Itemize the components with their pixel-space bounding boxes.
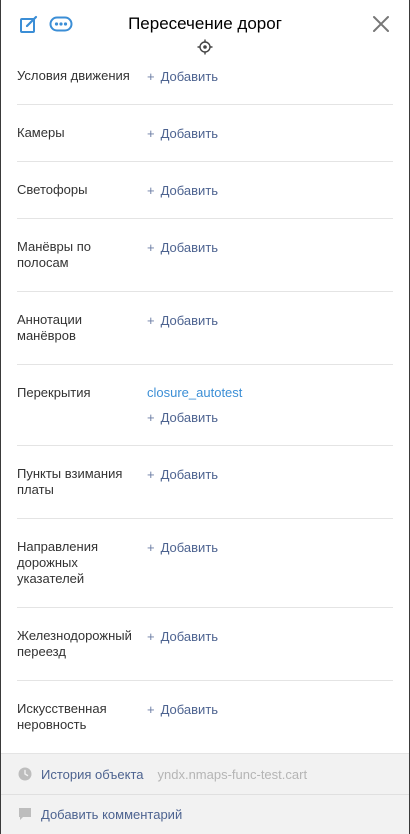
add-closure-button[interactable]: + Добавить bbox=[147, 410, 218, 426]
add-railway-crossing-button[interactable]: + Добавить bbox=[147, 629, 218, 645]
row-label: Направления дорожных указателей bbox=[17, 539, 99, 586]
attribute-rows: Условия движения + Добавить Камеры + Добав… bbox=[17, 48, 393, 753]
row-traffic-lights: Светофоры + Добавить bbox=[17, 162, 393, 219]
row-speed-bump: Искусственная неровность + Добавить bbox=[17, 681, 393, 753]
history-row: История объекта yndx.nmaps-func-test.car… bbox=[1, 754, 409, 795]
add-maneuver-annotation-button[interactable]: + Добавить bbox=[147, 313, 218, 329]
row-toll-points: Пункты взимания платы + Добавить bbox=[17, 446, 393, 519]
panel-title: Пересечение дорог bbox=[128, 14, 282, 33]
row-label: Искусственная неровность bbox=[17, 701, 107, 732]
row-maneuver-annotations: Аннотации манёвров + Добавить bbox=[17, 292, 393, 365]
row-label: Железнодорожный переезд bbox=[17, 628, 132, 659]
clock-icon bbox=[17, 766, 33, 782]
crosshair-target-icon[interactable] bbox=[196, 38, 214, 56]
closure-object-link[interactable]: closure_autotest bbox=[147, 385, 393, 401]
add-traffic-conditions-button[interactable]: + Добавить bbox=[147, 69, 218, 85]
add-comment-link[interactable]: Добавить комментарий bbox=[41, 807, 182, 822]
add-toll-point-button[interactable]: + Добавить bbox=[147, 467, 218, 483]
history-author: yndx.nmaps-func-test.cart bbox=[157, 766, 308, 782]
add-camera-button[interactable]: + Добавить bbox=[147, 126, 218, 142]
row-label: Пункты взимания платы bbox=[17, 466, 123, 497]
row-lane-maneuvers: Манёвры по полосам + Добавить bbox=[17, 219, 393, 292]
row-label: Условия движения bbox=[17, 68, 130, 83]
panel-footer: История объекта yndx.nmaps-func-test.car… bbox=[1, 753, 409, 834]
comment-row: Добавить комментарий bbox=[1, 794, 409, 834]
row-label: Перекрытия bbox=[17, 385, 91, 400]
row-traffic-conditions: Условия движения + Добавить bbox=[17, 48, 393, 105]
close-icon[interactable] bbox=[369, 12, 393, 36]
add-traffic-light-button[interactable]: + Добавить bbox=[147, 183, 218, 199]
object-history-link[interactable]: История объекта bbox=[41, 767, 144, 782]
object-panel: Пересечение дорог Условия движения + Доба… bbox=[0, 0, 410, 834]
row-label: Аннотации манёвров bbox=[17, 312, 82, 343]
add-lane-maneuver-button[interactable]: + Добавить bbox=[147, 240, 218, 256]
row-railway-crossing: Железнодорожный переезд + Добавить bbox=[17, 608, 393, 681]
add-speed-bump-button[interactable]: + Добавить bbox=[147, 702, 218, 718]
comment-icon bbox=[17, 806, 33, 822]
row-label: Камеры bbox=[17, 125, 65, 140]
row-road-sign-directions: Направления дорожных указателей + Добавит… bbox=[17, 519, 393, 608]
row-label: Светофоры bbox=[17, 182, 88, 197]
row-cameras: Камеры + Добавить bbox=[17, 105, 393, 162]
row-label: Манёвры по полосам bbox=[17, 239, 91, 270]
row-closures: Перекрытия closure_autotest + Добавить bbox=[17, 365, 393, 446]
add-road-sign-direction-button[interactable]: + Добавить bbox=[147, 540, 218, 556]
